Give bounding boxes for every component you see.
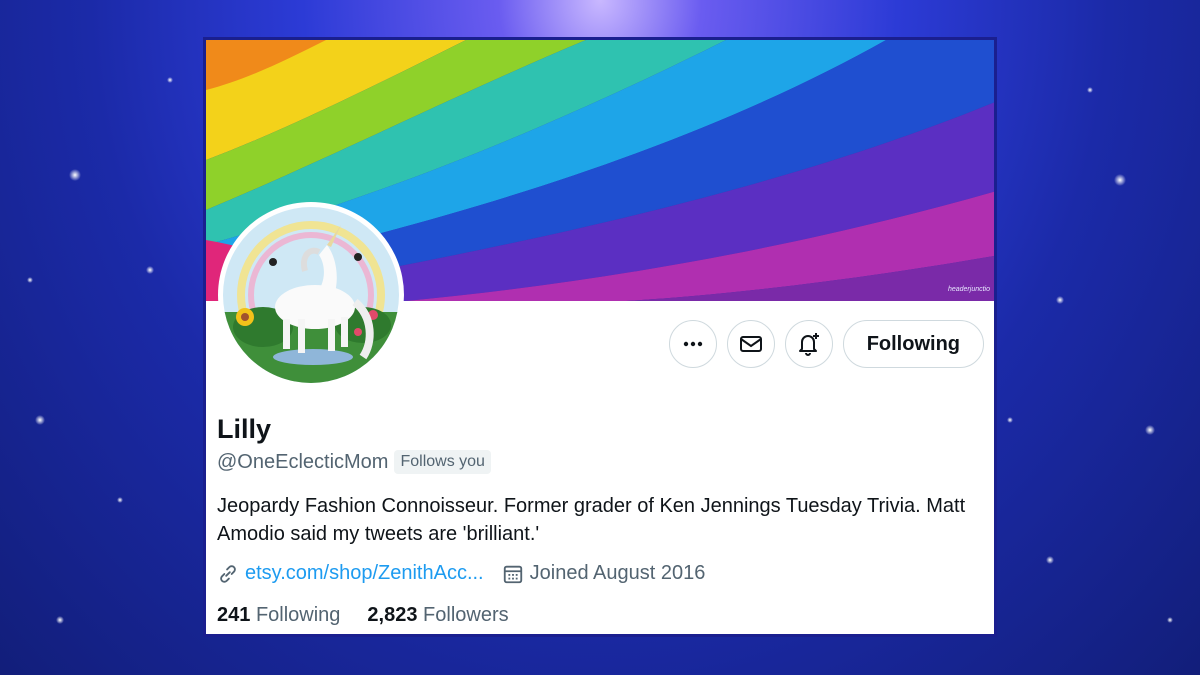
calendar-icon [503,565,522,583]
followers-label: Followers [423,604,509,626]
link-icon [220,564,236,583]
followers-count: 2,823 [367,604,418,626]
avatar[interactable] [218,202,404,388]
more-horizontal-icon [683,341,702,347]
message-button[interactable] [726,320,775,368]
following-label: Following [255,604,341,626]
more-button[interactable] [668,320,717,368]
following-count-link[interactable]: 241 Following [217,604,340,627]
bell-plus-icon [798,333,819,356]
unicorn-avatar-image [223,207,399,383]
profile-bio: Jeopardy Fashion Connoisseur. Former gra… [217,495,966,545]
follow-counts: 241 Following 2,823 Followers [217,604,509,627]
following-count: 241 [217,604,251,626]
profile-handle: @OneEclecticMom [217,450,389,473]
notifications-button[interactable] [784,320,833,368]
envelope-icon [739,336,762,352]
joined-date: Joined August 2016 [529,562,706,584]
profile-website-link[interactable]: etsy.com/shop/ZenithAcc... [245,562,484,585]
joined-item: Joined August 2016 [502,562,706,585]
followers-count-link[interactable]: 2,823 Followers [367,604,508,627]
profile-card: headerjunctio Following Lilly @OneEclect… [203,37,997,637]
banner-watermark: headerjunctio [947,286,990,293]
following-button[interactable]: Following [842,320,984,368]
handle-row: @OneEclecticMom Follows you [217,450,491,474]
profile-actions: Following [668,320,984,368]
profile-link-item: etsy.com/shop/ZenithAcc... [217,562,484,585]
follows-you-badge: Follows you [394,450,491,474]
profile-name: Lilly [217,414,272,444]
profile-meta: etsy.com/shop/ZenithAcc... Joined August… [217,562,705,585]
